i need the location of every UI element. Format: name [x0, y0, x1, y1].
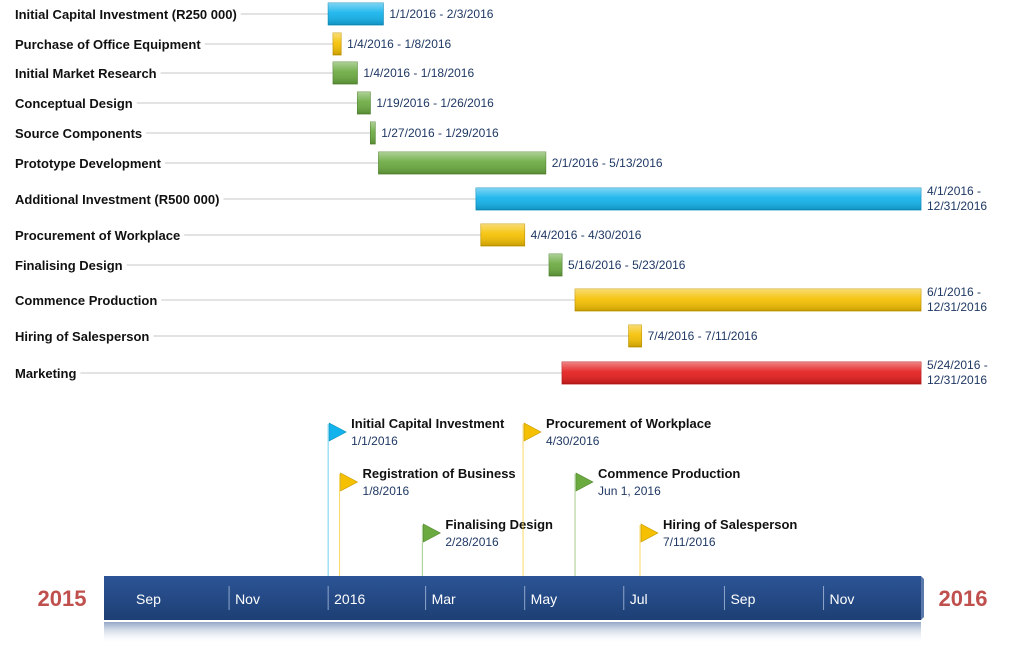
milestone-flag-icon [423, 523, 441, 543]
task-label: Marketing [15, 366, 76, 381]
task-label: Additional Investment (R500 000) [15, 192, 219, 207]
timescale-band [104, 576, 921, 620]
milestone-date: 2/28/2016 [445, 535, 499, 549]
milestone-title: Hiring of Salesperson [663, 517, 797, 532]
milestone-flag-icon [328, 422, 347, 442]
milestone-date: 1/1/2016 [351, 434, 398, 448]
timescale-tick-label: Sep [730, 591, 755, 607]
task-bar-shine [480, 224, 525, 246]
milestone-flag-icon [523, 422, 542, 442]
milestone-title: Commence Production [598, 466, 740, 481]
task-label: Conceptual Design [15, 96, 133, 111]
task-bar-shine [628, 325, 642, 347]
task-date-label: 1/27/2016 - 1/29/2016 [381, 126, 499, 140]
timescale-tick-label: Sep [136, 591, 161, 607]
milestone-title: Finalising Design [445, 517, 553, 532]
task-date-label: 1/4/2016 - 1/8/2016 [347, 37, 451, 51]
task-label: Commence Production [15, 293, 157, 308]
task-bar-shine [370, 122, 376, 144]
milestone-title: Registration of Business [363, 466, 516, 481]
chart-svg: Initial Capital Investment (R250 000) Pur… [15, 2, 988, 644]
milestone-title: Procurement of Workplace [546, 416, 711, 431]
timescale-edge [921, 576, 924, 620]
start-year-label: 2015 [38, 586, 87, 611]
task-date-label: 1/19/2016 - 1/26/2016 [376, 96, 494, 110]
task-bar-shine [475, 188, 921, 210]
task-bar-shine [357, 92, 371, 114]
task-bar-shine [333, 62, 358, 84]
task-bar-shine [549, 254, 563, 276]
task-labels: Initial Capital Investment (R250 000) Pur… [15, 7, 237, 381]
task-label: Hiring of Salesperson [15, 329, 149, 344]
task-bars [327, 2, 922, 385]
task-bar-shine [333, 33, 342, 55]
task-label: Source Components [15, 126, 142, 141]
timescale-tick-label: 2016 [334, 591, 365, 607]
timescale-tick-label: Nov [830, 591, 855, 607]
task-date-label: 12/31/2016 [927, 199, 987, 213]
task-label: Procurement of Workplace [15, 228, 180, 243]
task-label: Prototype Development [15, 156, 162, 171]
task-date-label: 2/1/2016 - 5/13/2016 [552, 156, 663, 170]
gantt-timeline-chart: Initial Capital Investment (R250 000) Pur… [0, 0, 1025, 664]
task-bar-shine [378, 152, 546, 174]
task-date-label: 1/4/2016 - 1/18/2016 [363, 66, 474, 80]
task-bar-shine [575, 289, 921, 311]
milestone-date: 7/11/2016 [663, 535, 716, 549]
milestones: Initial Capital Investment 1/1/2016 Regist… [327, 416, 797, 576]
milestone-flag-icon [340, 472, 359, 492]
task-date-label: 7/4/2016 - 7/11/2016 [648, 329, 758, 343]
task-label: Finalising Design [15, 258, 123, 273]
timescale-tick-label: May [531, 591, 557, 607]
timescale-tick-label: Mar [432, 591, 456, 607]
timescale: Sep Nov 2016 Mar May Jul Sep Nov 2015 2016 [38, 576, 988, 644]
task-label: Initial Capital Investment (R250 000) [15, 7, 237, 22]
timescale-tick-label: Nov [235, 591, 260, 607]
task-label: Purchase of Office Equipment [15, 37, 201, 52]
task-bar-shine [328, 3, 384, 25]
milestone-date: Jun 1, 2016 [598, 484, 661, 498]
task-date-label: 5/16/2016 - 5/23/2016 [568, 258, 686, 272]
milestone-title: Initial Capital Investment [351, 416, 505, 431]
milestone-date: 1/8/2016 [363, 484, 410, 498]
task-date-label: 5/24/2016 - [927, 358, 988, 372]
task-bar-shine [562, 362, 921, 384]
timescale-tick-label: Jul [630, 591, 648, 607]
milestone-flag-icon [640, 523, 659, 543]
task-date-label: 4/1/2016 - [927, 184, 981, 198]
task-date-label: 12/31/2016 [927, 373, 987, 387]
task-date-label: 6/1/2016 - [927, 285, 981, 299]
end-year-label: 2016 [939, 586, 988, 611]
timescale-reflection [104, 622, 921, 644]
milestone-date: 4/30/2016 [546, 434, 600, 448]
task-date-label: 1/1/2016 - 2/3/2016 [389, 7, 493, 21]
task-date-label: 4/4/2016 - 4/30/2016 [531, 228, 642, 242]
task-date-label: 12/31/2016 [927, 300, 987, 314]
task-label: Initial Market Research [15, 66, 157, 81]
milestone-flag-icon [575, 472, 594, 492]
